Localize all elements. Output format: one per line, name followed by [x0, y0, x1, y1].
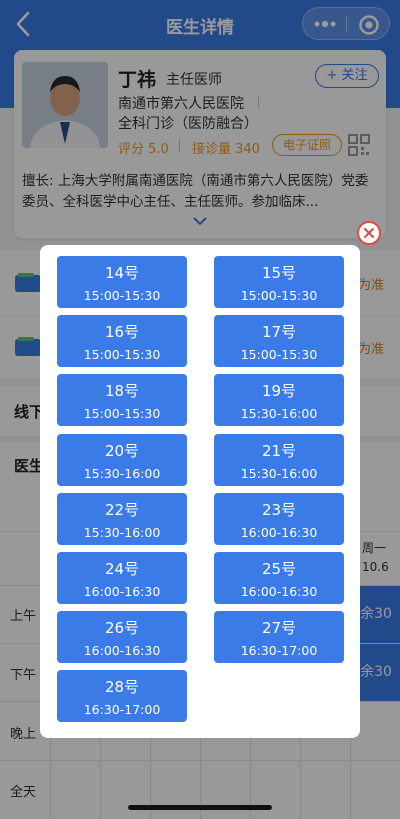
slot-number: 24号: [104, 560, 140, 578]
slot-time: 16:30-17:00: [83, 702, 161, 718]
home-indicator: [128, 805, 272, 810]
time-slot-button[interactable]: 26号 16:00-16:30: [57, 611, 187, 664]
time-slot-modal: 14号 15:00-15:30 15号 15:00-15:30 16号 15:00-15:…: [40, 245, 360, 738]
slot-time: 15:30-16:00: [83, 465, 161, 481]
close-icon[interactable]: [357, 221, 381, 245]
slot-time: 16:00-16:30: [240, 584, 318, 599]
time-slot-button[interactable]: 21号 15:30-16:00: [214, 433, 344, 486]
slot-number: 18号: [104, 382, 140, 401]
slot-time: 16:00-16:30: [83, 584, 161, 599]
time-slot-button[interactable]: 17号 15:00-15:30: [214, 315, 344, 368]
time-slot-button[interactable]: 28号 16:30-17:00: [57, 670, 187, 723]
time-slot-button[interactable]: 19号 15:30-16:00: [214, 374, 344, 427]
time-slot-button[interactable]: 20号 15:30-16:00: [57, 433, 187, 486]
slot-number: 28号: [104, 678, 140, 697]
slot-number: 20号: [104, 441, 140, 460]
time-slot-button[interactable]: 18号 15:00-15:30: [57, 374, 187, 427]
slot-number: 21号: [261, 441, 297, 460]
slot-time: 15:00-15:30: [83, 288, 161, 303]
time-slot-button[interactable]: 22号 15:30-16:00: [57, 492, 187, 545]
slot-number: 23号: [261, 500, 297, 519]
slot-number: 25号: [261, 560, 297, 578]
slot-time: 15:30-16:00: [240, 465, 318, 481]
slot-time: 15:00-15:30: [240, 288, 318, 303]
slot-number: 14号: [104, 264, 140, 282]
slot-time: 15:30-16:00: [83, 524, 161, 540]
time-slot-button[interactable]: 16号 15:00-15:30: [57, 315, 187, 368]
slot-time: 15:00-15:30: [240, 347, 318, 363]
slot-number: 16号: [104, 323, 140, 342]
slot-time: 15:00-15:30: [83, 347, 161, 363]
slot-number: 15号: [261, 264, 297, 282]
time-slot-button[interactable]: 27号 16:30-17:00: [214, 611, 344, 664]
slot-time: 16:00-16:30: [240, 524, 318, 540]
slot-number: 27号: [261, 619, 297, 638]
time-slot-button[interactable]: 25号 16:00-16:30: [214, 552, 344, 604]
slot-number: 19号: [261, 382, 297, 401]
time-slot-button[interactable]: 24号 16:00-16:30: [57, 552, 187, 604]
slot-time: 15:30-16:00: [240, 406, 318, 422]
slot-time: 16:30-17:00: [240, 643, 318, 659]
slot-time: 15:00-15:30: [83, 406, 161, 422]
slot-number: 17号: [261, 323, 297, 342]
time-slot-button[interactable]: 15号 15:00-15:30: [214, 256, 344, 308]
slot-number: 26号: [104, 619, 140, 638]
time-slot-button[interactable]: 14号 15:00-15:30: [57, 256, 187, 308]
time-slot-button[interactable]: 23号 16:00-16:30: [214, 492, 344, 545]
slot-time: 16:00-16:30: [83, 643, 161, 659]
slot-number: 22号: [104, 500, 140, 519]
